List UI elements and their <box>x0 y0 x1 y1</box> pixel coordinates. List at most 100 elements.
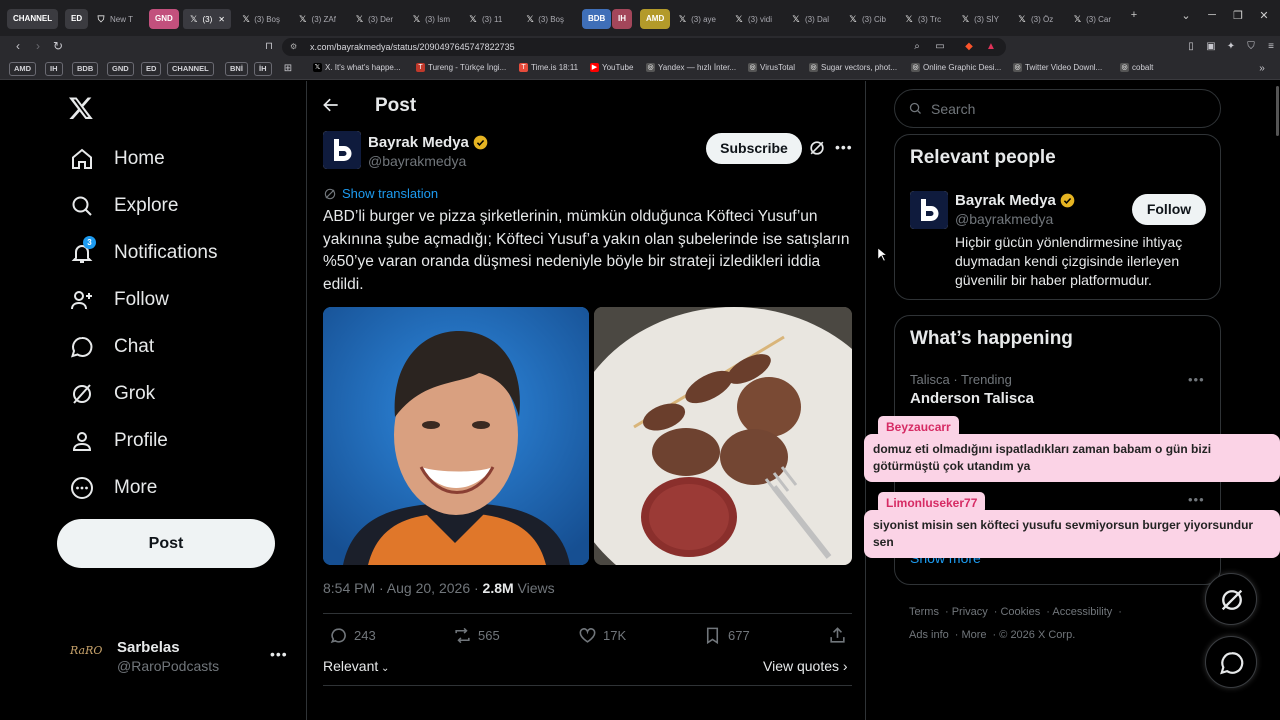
post-timestamp[interactable]: 8:54 PM · Aug 20, 2026 · <box>323 580 483 596</box>
tab-group-gnd[interactable]: GND <box>149 9 179 29</box>
nav-grok[interactable]: Grok <box>70 380 155 408</box>
browser-tab[interactable]: 𝕏 (3) Cib <box>842 9 892 29</box>
tab-search-icon[interactable]: ⌄ <box>1176 9 1196 22</box>
browser-tab[interactable]: 𝕏 (3) aye <box>672 9 722 29</box>
show-translation-link[interactable]: Show translation <box>323 186 438 201</box>
browser-tab[interactable]: 𝕏 (3) Dal <box>785 9 835 29</box>
browser-tab[interactable]: 𝕏 (3) Car <box>1067 9 1117 29</box>
bookmark-link[interactable]: ◎ Sugar vectors, phot... <box>809 63 897 72</box>
post-image-portrait[interactable] <box>323 307 589 565</box>
x-logo-icon[interactable] <box>68 95 94 121</box>
bookmark-link[interactable]: ◎ cobalt <box>1120 63 1153 72</box>
brave-shield-icon[interactable]: ◆ <box>962 40 976 54</box>
tab-group-amd[interactable]: AMD <box>640 9 671 29</box>
trend-more-icon[interactable]: ••• <box>1188 372 1205 387</box>
footer-link[interactable]: Terms <box>909 606 939 618</box>
footer-link[interactable]: More <box>961 629 986 641</box>
bookmark-folder[interactable]: GND <box>107 62 134 76</box>
account-switcher[interactable]: RaRO Sarbelas @RaroPodcasts ••• <box>70 636 290 676</box>
bookmark-folder[interactable]: İH <box>254 62 272 76</box>
browser-tab[interactable]: 𝕏 (3) İsm <box>406 9 456 29</box>
bookmark-folder[interactable]: BNİ <box>225 62 248 76</box>
sidebar-toggle-icon[interactable]: ▯ <box>1184 40 1198 54</box>
restore-icon[interactable]: ❐ <box>1228 9 1248 22</box>
tab-group-bdb[interactable]: BDB <box>582 9 612 29</box>
search-box[interactable] <box>894 89 1221 128</box>
like-button[interactable]: 17K <box>578 626 626 645</box>
new-tab-icon[interactable]: + <box>1124 9 1144 21</box>
vpn-icon[interactable]: ⛉ <box>1244 40 1258 54</box>
more-bookmarks-icon[interactable]: » <box>1255 62 1269 76</box>
browser-tab[interactable]: 𝕏 (3) vidi <box>728 9 778 29</box>
bookmark-button[interactable]: 677 <box>703 626 750 645</box>
browser-tab[interactable]: 𝕏 (3) ✕ <box>183 9 231 29</box>
browser-tab[interactable]: 𝕏 (3) Trc <box>898 9 948 29</box>
nav-more[interactable]: More <box>70 474 157 502</box>
person-handle[interactable]: @bayrakmedya <box>955 211 1053 227</box>
url-field[interactable]: ⚙ x.com/bayrakmedya/status/2090497645747… <box>282 38 1006 56</box>
author-avatar[interactable] <box>323 131 361 169</box>
view-quotes-link[interactable]: View quotes › <box>763 658 848 674</box>
post-more-icon[interactable]: ••• <box>835 139 853 155</box>
post-button[interactable]: Post <box>57 519 275 568</box>
back-arrow-icon[interactable] <box>321 95 341 115</box>
reload-icon[interactable]: ↻ <box>50 39 66 53</box>
page-scrollbar[interactable] <box>1276 86 1279 136</box>
nav-follow[interactable]: Follow <box>70 286 169 314</box>
grok-fab-button[interactable] <box>1205 573 1257 625</box>
bookmark-link[interactable]: ◎ VirusTotal <box>748 63 795 72</box>
account-more-icon[interactable]: ••• <box>270 646 288 662</box>
nav-chat[interactable]: Chat <box>70 333 154 361</box>
nav-profile[interactable]: Profile <box>70 427 168 455</box>
bookmark-folder[interactable]: AMD <box>9 62 37 76</box>
browser-tab[interactable]: 𝕏 (3) ZAf <box>292 9 342 29</box>
browser-tab[interactable]: 𝕏 (3) SİY <box>955 9 1005 29</box>
reply-sort-dropdown[interactable]: Relevant ⌄ <box>323 658 389 674</box>
close-tab-icon[interactable]: ✕ <box>218 15 225 24</box>
nav-home[interactable]: Home <box>70 145 165 173</box>
browser-tab[interactable]: ⛉ New T <box>90 9 142 29</box>
close-window-icon[interactable]: ✕ <box>1254 9 1274 22</box>
reply-button[interactable]: 243 <box>329 626 376 645</box>
footer-link[interactable]: Accessibility <box>1052 606 1112 618</box>
messages-fab-button[interactable] <box>1205 636 1257 688</box>
bookmark-link[interactable]: ◎ Yandex — hızlı İnter... <box>646 63 736 72</box>
share-button[interactable] <box>828 626 847 645</box>
tab-group-ed[interactable]: ED <box>65 9 89 29</box>
browser-tab[interactable]: 𝕏 (3) Öz <box>1011 9 1061 29</box>
repost-button[interactable]: 565 <box>453 626 500 645</box>
apps-grid-icon[interactable]: ⊞ <box>281 62 295 76</box>
trend-more-icon[interactable]: ••• <box>1188 492 1205 507</box>
cast-icon[interactable]: ▭ <box>933 40 947 54</box>
grok-icon[interactable] <box>807 138 827 158</box>
wallet-icon[interactable]: ▣ <box>1204 40 1218 54</box>
bookmark-folder[interactable]: ED <box>141 62 162 76</box>
person-name[interactable]: Bayrak Medya <box>955 192 1075 209</box>
zoom-icon[interactable]: ⌕ <box>910 40 924 54</box>
bookmark-link[interactable]: 𝕏 X. It's what's happe... <box>313 63 401 72</box>
browser-tab[interactable]: 𝕏 (3) Der <box>349 9 399 29</box>
bookmark-page-icon[interactable]: ⊓ <box>262 40 276 54</box>
footer-link[interactable]: Cookies <box>1000 606 1040 618</box>
bookmark-folder[interactable]: CHANNEL <box>167 62 214 76</box>
tab-group-channel[interactable]: CHANNEL <box>7 9 59 29</box>
bookmark-link[interactable]: ◎ Twitter Video Downl... <box>1013 63 1102 72</box>
forward-icon[interactable]: › <box>30 39 46 53</box>
tab-group-ih[interactable]: IH <box>612 9 632 29</box>
trend-item[interactable]: Talisca · Trending Anderson Talisca ••• <box>910 372 1210 407</box>
bookmark-link[interactable]: T Time.is 18:11 <box>519 63 578 72</box>
follow-button[interactable]: Follow <box>1132 194 1206 225</box>
footer-link[interactable]: Privacy <box>952 606 988 618</box>
minimize-icon[interactable]: ─ <box>1202 9 1222 21</box>
search-input[interactable] <box>931 100 1201 117</box>
bookmark-link[interactable]: ◎ Online Graphic Desi... <box>911 63 1001 72</box>
bookmark-link[interactable]: ▶ YouTube <box>590 63 633 72</box>
nav-notifications[interactable]: 3 Notifications <box>70 236 218 267</box>
menu-icon[interactable]: ≡ <box>1264 40 1278 54</box>
back-icon[interactable]: ‹ <box>10 39 26 53</box>
browser-tab[interactable]: 𝕏 (3) Boş <box>236 9 286 29</box>
site-info-icon[interactable]: ⚙ <box>290 38 297 56</box>
author-name[interactable]: Bayrak Medya <box>368 134 488 151</box>
bookmark-folder[interactable]: IH <box>45 62 63 76</box>
nav-explore[interactable]: Explore <box>70 192 178 220</box>
